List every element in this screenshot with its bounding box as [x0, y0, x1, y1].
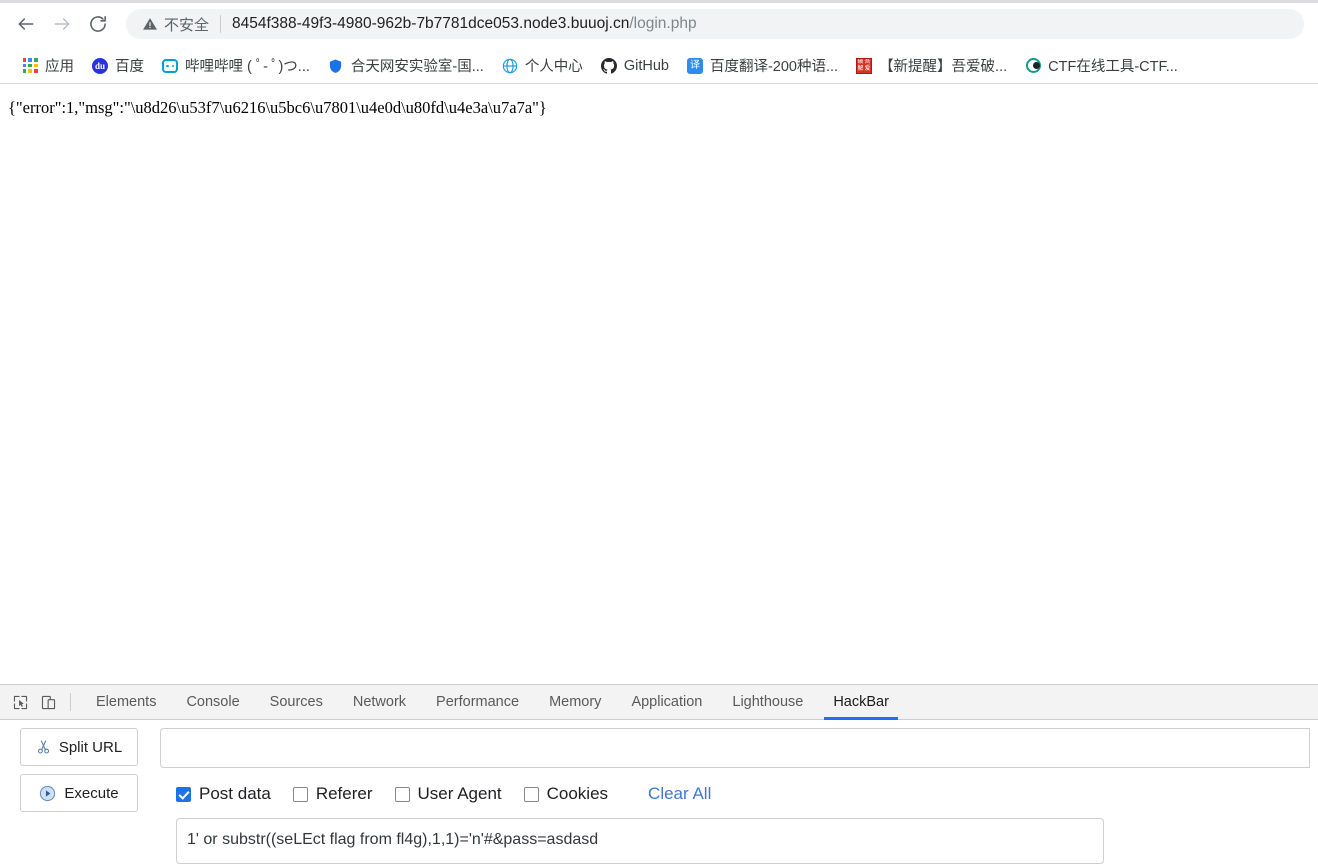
bookmark-label: 个人中心 [525, 55, 583, 76]
checkbox-label: Cookies [547, 784, 608, 804]
back-button[interactable] [10, 8, 42, 40]
address-bar[interactable]: 不安全 8454f388-49f3-4980-962b-7b7781dce053… [126, 9, 1304, 39]
checkbox-user-agent[interactable]: User Agent [395, 784, 502, 804]
baidu-icon: du [92, 58, 108, 74]
scissors-icon [36, 739, 51, 755]
execute-label: Execute [64, 785, 118, 802]
url-host: 8454f388-49f3-4980-962b-7b7781dce053.nod… [232, 15, 629, 32]
tab-lighthouse[interactable]: Lighthouse [717, 685, 818, 719]
bookmark-personal-center[interactable]: 个人中心 [494, 53, 591, 79]
checkbox-post-data[interactable]: Post data [176, 784, 271, 804]
tab-performance[interactable]: Performance [421, 685, 534, 719]
omnibox-divider [220, 15, 221, 33]
bookmark-github[interactable]: GitHub [593, 53, 677, 79]
bookmark-bilibili[interactable]: 哔哩哔哩 ( ﾟ- ﾟ)つ... [154, 53, 318, 79]
tab-memory[interactable]: Memory [534, 685, 616, 719]
bookmark-apps[interactable]: 应用 [14, 53, 82, 79]
github-icon [601, 58, 617, 74]
bookmark-baidu[interactable]: du 百度 [84, 53, 152, 79]
bookmark-label: 合天网安实验室-国... [351, 55, 484, 76]
bookmark-label: 哔哩哔哩 ( ﾟ- ﾟ)つ... [185, 55, 310, 76]
bookmark-label: 应用 [45, 55, 74, 76]
tab-network[interactable]: Network [338, 685, 421, 719]
split-url-button[interactable]: Split URL [20, 728, 138, 766]
checkbox-box[interactable] [395, 787, 410, 802]
ctf-icon [1025, 58, 1041, 74]
device-toolbar-button[interactable] [34, 685, 62, 719]
warning-triangle-icon [142, 16, 158, 32]
device-toolbar-icon [40, 694, 57, 711]
clear-all-link[interactable]: Clear All [648, 784, 711, 804]
bookmarks-bar: 应用 du 百度 哔哩哔哩 ( ﾟ- ﾟ)つ... 合天网安实验室-国... [0, 48, 1318, 84]
tab-sources[interactable]: Sources [255, 685, 338, 719]
arrow-right-icon [52, 14, 72, 34]
devtools-panel: Elements Console Sources Network Perform… [0, 684, 1318, 867]
hackbar-panel: Split URL Execute Post data [0, 720, 1318, 868]
checkbox-box[interactable] [293, 787, 308, 802]
site-security-chip[interactable]: 不安全 [142, 14, 209, 35]
bookmark-ctf-tools[interactable]: CTF在线工具-CTF... [1017, 53, 1186, 79]
url-text[interactable]: 8454f388-49f3-4980-962b-7b7781dce053.nod… [232, 15, 697, 33]
bookmark-52pojie[interactable]: 破吾解爱 【新提醒】吾爱破... [848, 53, 1015, 79]
pojie-stamp-icon: 破吾解爱 [856, 58, 872, 74]
play-circle-icon [39, 785, 56, 802]
toolbar-divider [70, 693, 71, 711]
reload-button[interactable] [82, 8, 114, 40]
url-input[interactable] [160, 728, 1310, 768]
bookmark-label: CTF在线工具-CTF... [1048, 55, 1178, 76]
arrow-left-icon [16, 14, 36, 34]
browser-chrome: 不安全 8454f388-49f3-4980-962b-7b7781dce053… [0, 0, 1318, 84]
globe-icon [502, 58, 518, 74]
post-data-row [160, 818, 1310, 864]
security-status-text: 不安全 [164, 14, 209, 35]
checkbox-cookies[interactable]: Cookies [524, 784, 608, 804]
bookmark-label: GitHub [624, 58, 669, 74]
inspect-element-icon [12, 694, 29, 711]
tab-elements[interactable]: Elements [81, 685, 171, 719]
reload-icon [88, 14, 108, 34]
checkbox-referer[interactable]: Referer [293, 784, 373, 804]
hackbar-options: Post data Referer User Agent Cookies Cle… [160, 776, 1310, 812]
apps-grid-icon [22, 58, 38, 74]
devtools-tabbar: Elements Console Sources Network Perform… [0, 685, 1318, 720]
bookmark-baidu-fanyi[interactable]: 译 百度翻译-200种语... [679, 53, 846, 79]
bilibili-icon [162, 58, 178, 74]
hackbar-fields: Post data Referer User Agent Cookies Cle… [160, 728, 1318, 868]
bookmark-hetianlab[interactable]: 合天网安实验室-国... [320, 53, 492, 79]
url-path: /login.php [629, 15, 696, 32]
checkbox-box[interactable] [524, 787, 539, 802]
page-viewport: {"error":1,"msg":"\u8d26\u53f7\u6216\u5b… [0, 84, 1318, 682]
forward-button[interactable] [46, 8, 78, 40]
hackbar-actions: Split URL Execute [0, 728, 160, 868]
tab-application[interactable]: Application [616, 685, 717, 719]
post-data-input[interactable] [176, 818, 1104, 864]
bookmark-label: 百度 [115, 55, 144, 76]
browser-toolbar: 不安全 8454f388-49f3-4980-962b-7b7781dce053… [0, 0, 1318, 48]
execute-button[interactable]: Execute [20, 774, 138, 812]
checkbox-label: User Agent [418, 784, 502, 804]
tab-hackbar[interactable]: HackBar [818, 685, 904, 719]
checkbox-label: Post data [199, 784, 271, 804]
translate-icon: 译 [687, 58, 703, 74]
checkbox-box[interactable] [176, 787, 191, 802]
split-url-label: Split URL [59, 739, 122, 756]
inspect-element-button[interactable] [6, 685, 34, 719]
bookmark-label: 百度翻译-200种语... [710, 55, 838, 76]
checkbox-label: Referer [316, 784, 373, 804]
json-response-body: {"error":1,"msg":"\u8d26\u53f7\u6216\u5b… [8, 98, 1310, 119]
bookmark-label: 【新提醒】吾爱破... [879, 55, 1007, 76]
tab-console[interactable]: Console [171, 685, 254, 719]
shield-icon [328, 58, 344, 74]
